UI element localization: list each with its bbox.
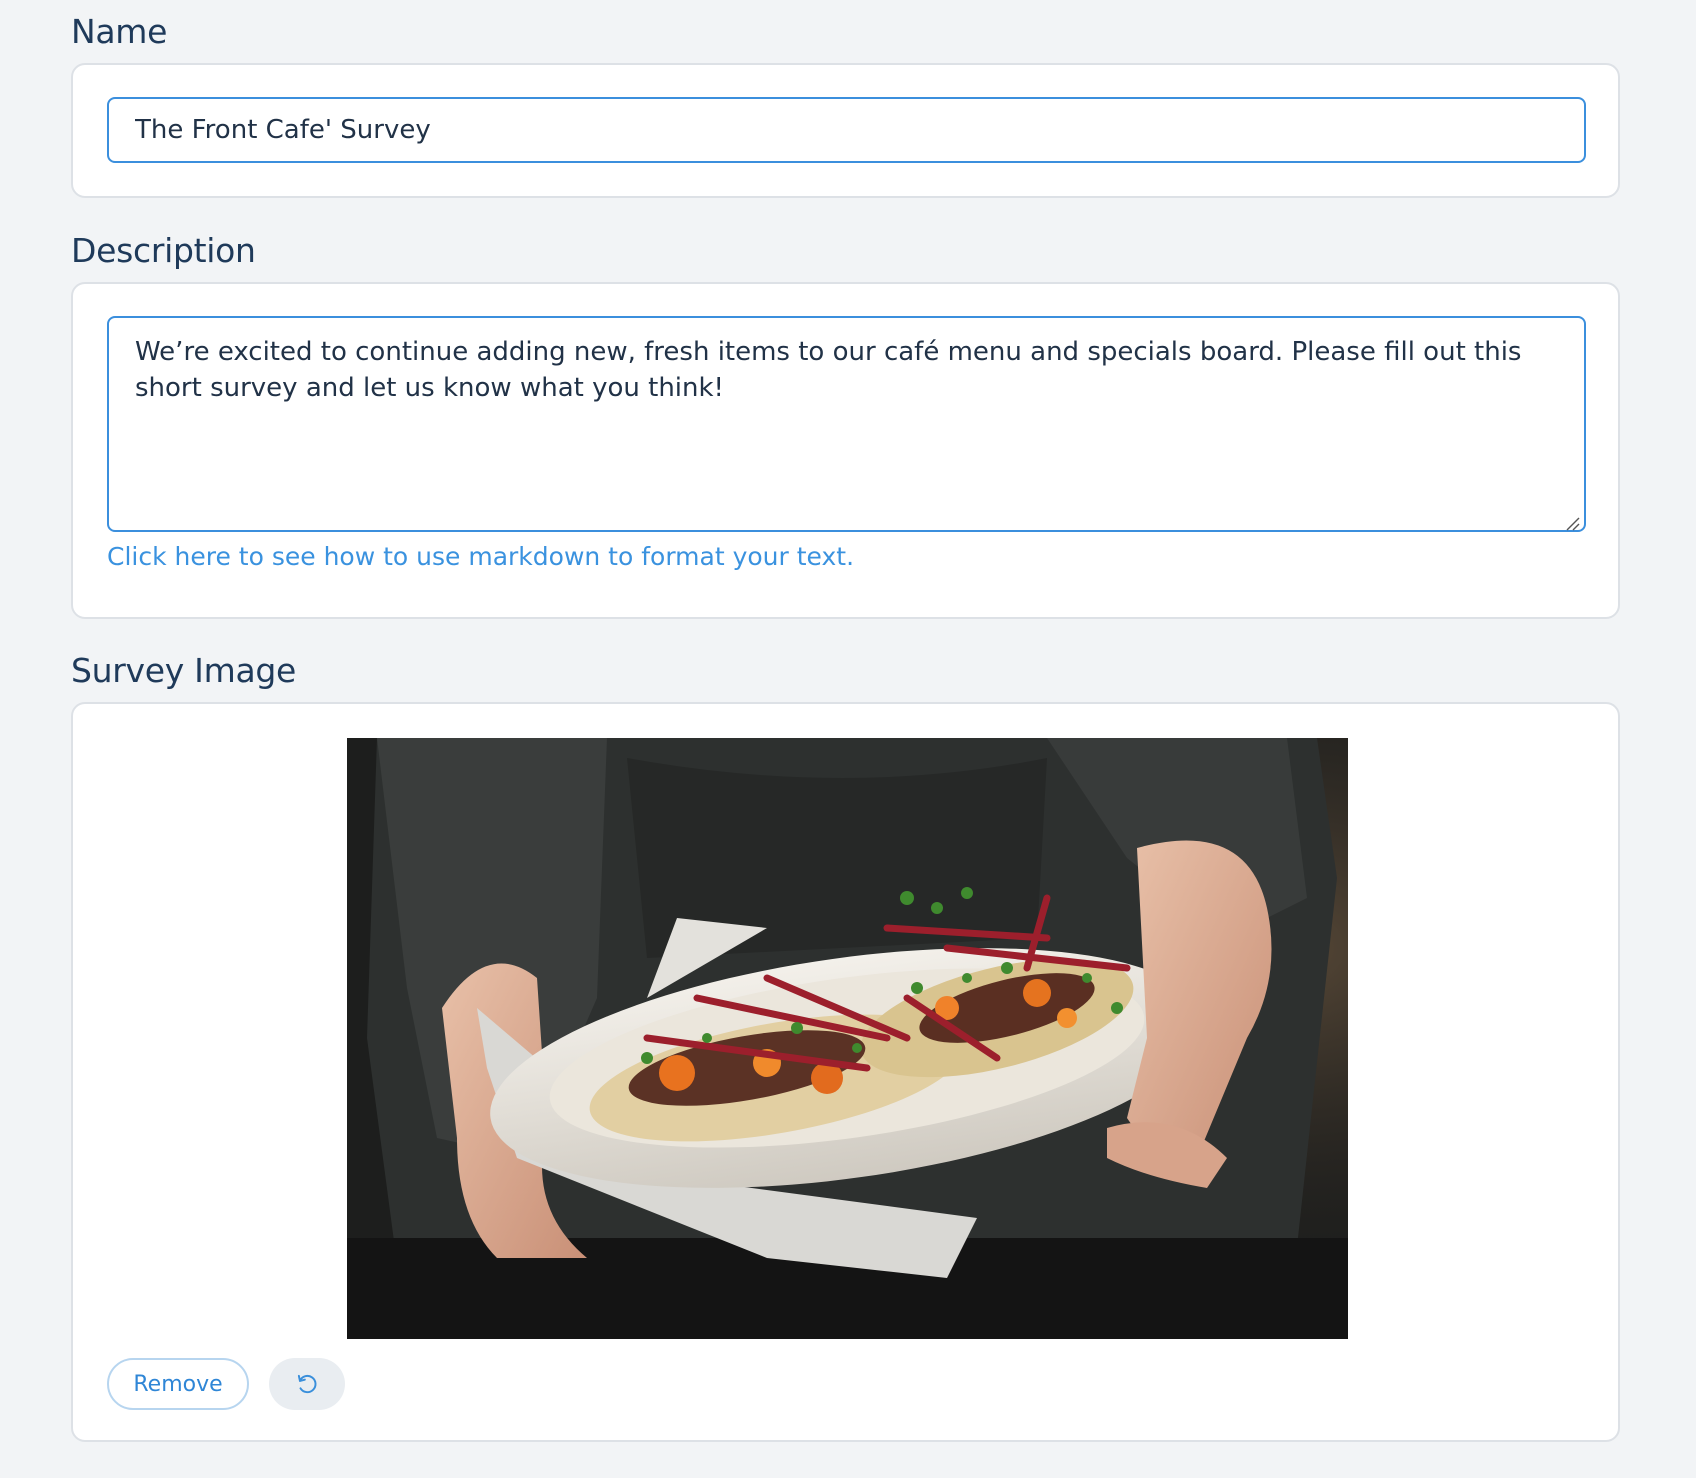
description-card: We’re excited to continue adding new, fr… [71,282,1620,619]
description-label: Description [71,231,256,270]
remove-image-button[interactable]: Remove [107,1358,249,1410]
name-label: Name [71,12,168,51]
survey-image [347,738,1348,1339]
reset-image-button[interactable] [269,1358,345,1410]
resize-handle-icon[interactable] [1564,515,1580,531]
undo-icon [297,1374,317,1394]
survey-settings-page: Name Description We’re excited to contin… [0,0,1696,1478]
name-card [71,63,1620,198]
survey-image-card: Remove [71,702,1620,1442]
markdown-help-link[interactable]: Click here to see how to use markdown to… [107,542,854,571]
description-textarea[interactable]: We’re excited to continue adding new, fr… [107,316,1586,532]
survey-image-label: Survey Image [71,651,297,690]
name-input[interactable] [107,97,1586,163]
